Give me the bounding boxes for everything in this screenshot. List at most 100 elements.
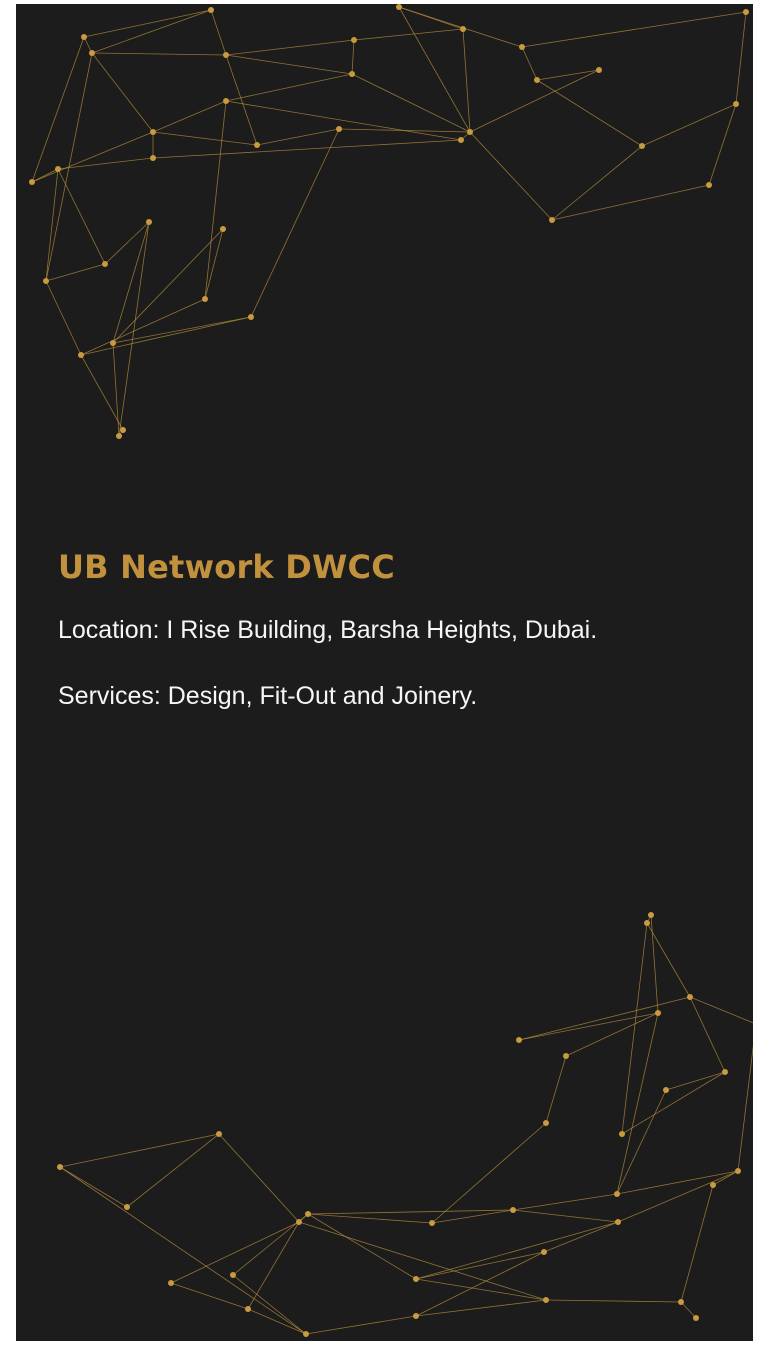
network-node bbox=[534, 77, 540, 83]
network-line bbox=[462, 28, 471, 133]
network-node bbox=[733, 101, 739, 107]
network-line bbox=[307, 1209, 514, 1215]
network-node bbox=[208, 7, 214, 13]
network-node bbox=[43, 278, 49, 284]
network-line bbox=[57, 157, 154, 170]
network-node bbox=[413, 1313, 419, 1319]
network-line bbox=[469, 131, 553, 221]
network-node bbox=[735, 1168, 741, 1174]
network-line bbox=[351, 39, 355, 75]
network-line bbox=[104, 221, 150, 265]
network-line bbox=[170, 1282, 249, 1310]
network-line bbox=[469, 69, 600, 133]
network-node bbox=[743, 9, 749, 15]
network-line bbox=[617, 1170, 739, 1223]
network-node bbox=[460, 26, 466, 32]
network-line bbox=[247, 1221, 300, 1310]
network-line bbox=[551, 145, 643, 221]
network-line bbox=[225, 100, 462, 141]
network-line bbox=[45, 263, 106, 282]
network-node bbox=[563, 1053, 569, 1059]
network-line bbox=[680, 1301, 697, 1319]
network-line bbox=[398, 6, 464, 30]
network-line bbox=[91, 52, 227, 56]
network-node bbox=[413, 1276, 419, 1282]
network-line bbox=[152, 131, 258, 146]
network-node bbox=[722, 1069, 728, 1075]
network-graphic-bottom bbox=[57, 912, 753, 1337]
network-line bbox=[225, 73, 353, 102]
network-line bbox=[152, 139, 462, 159]
network-line bbox=[307, 1213, 433, 1224]
network-node bbox=[254, 142, 260, 148]
network-node bbox=[202, 296, 208, 302]
network-line bbox=[353, 28, 464, 41]
network-node bbox=[146, 219, 152, 225]
network-line bbox=[460, 131, 471, 141]
network-node bbox=[615, 1219, 621, 1225]
network-line bbox=[307, 1213, 417, 1280]
network-node bbox=[303, 1331, 309, 1337]
network-line bbox=[83, 9, 212, 38]
network-line bbox=[80, 316, 252, 356]
network-line bbox=[545, 1299, 682, 1303]
network-line bbox=[59, 1133, 220, 1168]
network-node bbox=[110, 340, 116, 346]
project-card: UB Network DWCC Location: I Rise Buildin… bbox=[16, 4, 753, 1341]
network-line bbox=[31, 36, 85, 183]
network-node bbox=[102, 261, 108, 267]
network-node bbox=[220, 226, 226, 232]
network-node bbox=[396, 4, 402, 10]
network-line bbox=[338, 128, 471, 133]
network-line bbox=[543, 1221, 619, 1253]
network-node bbox=[519, 44, 525, 50]
network-node bbox=[89, 50, 95, 56]
network-line bbox=[112, 221, 150, 344]
network-line bbox=[250, 128, 340, 318]
network-line bbox=[59, 1166, 128, 1208]
network-line bbox=[305, 1315, 417, 1335]
network-line bbox=[616, 1012, 659, 1195]
network-line bbox=[536, 79, 643, 147]
network-line bbox=[398, 6, 471, 133]
network-line bbox=[415, 1299, 547, 1317]
network-line bbox=[57, 168, 106, 265]
network-node bbox=[648, 912, 654, 918]
network-line bbox=[152, 100, 227, 133]
network-line bbox=[204, 228, 224, 300]
network-node bbox=[516, 1037, 522, 1043]
network-line bbox=[551, 184, 710, 221]
network-line bbox=[650, 914, 659, 1014]
network-line bbox=[512, 1209, 619, 1223]
network-line bbox=[398, 6, 523, 48]
network-line bbox=[415, 1278, 547, 1301]
network-line bbox=[31, 168, 59, 183]
network-node bbox=[349, 71, 355, 77]
network-line bbox=[518, 996, 691, 1041]
network-line bbox=[204, 100, 227, 300]
network-node bbox=[305, 1211, 311, 1217]
network-line bbox=[708, 103, 737, 186]
network-line bbox=[91, 9, 212, 54]
network-line bbox=[680, 1184, 714, 1303]
network-node bbox=[120, 427, 126, 433]
network-line bbox=[80, 298, 206, 356]
network-line bbox=[298, 1213, 309, 1223]
network-node bbox=[710, 1182, 716, 1188]
network-node bbox=[245, 1306, 251, 1312]
network-line bbox=[59, 1166, 307, 1335]
network-line bbox=[225, 39, 355, 56]
network-node bbox=[150, 155, 156, 161]
network-line bbox=[91, 52, 154, 133]
network-node bbox=[116, 433, 122, 439]
network-line bbox=[31, 131, 154, 183]
network-node bbox=[543, 1120, 549, 1126]
network-line bbox=[518, 1012, 659, 1041]
network-node bbox=[336, 126, 342, 132]
network-line bbox=[415, 1221, 619, 1280]
network-line bbox=[521, 11, 747, 48]
network-node bbox=[549, 217, 555, 223]
network-line bbox=[415, 1251, 545, 1317]
network-line bbox=[80, 354, 124, 431]
network-line bbox=[83, 36, 93, 54]
